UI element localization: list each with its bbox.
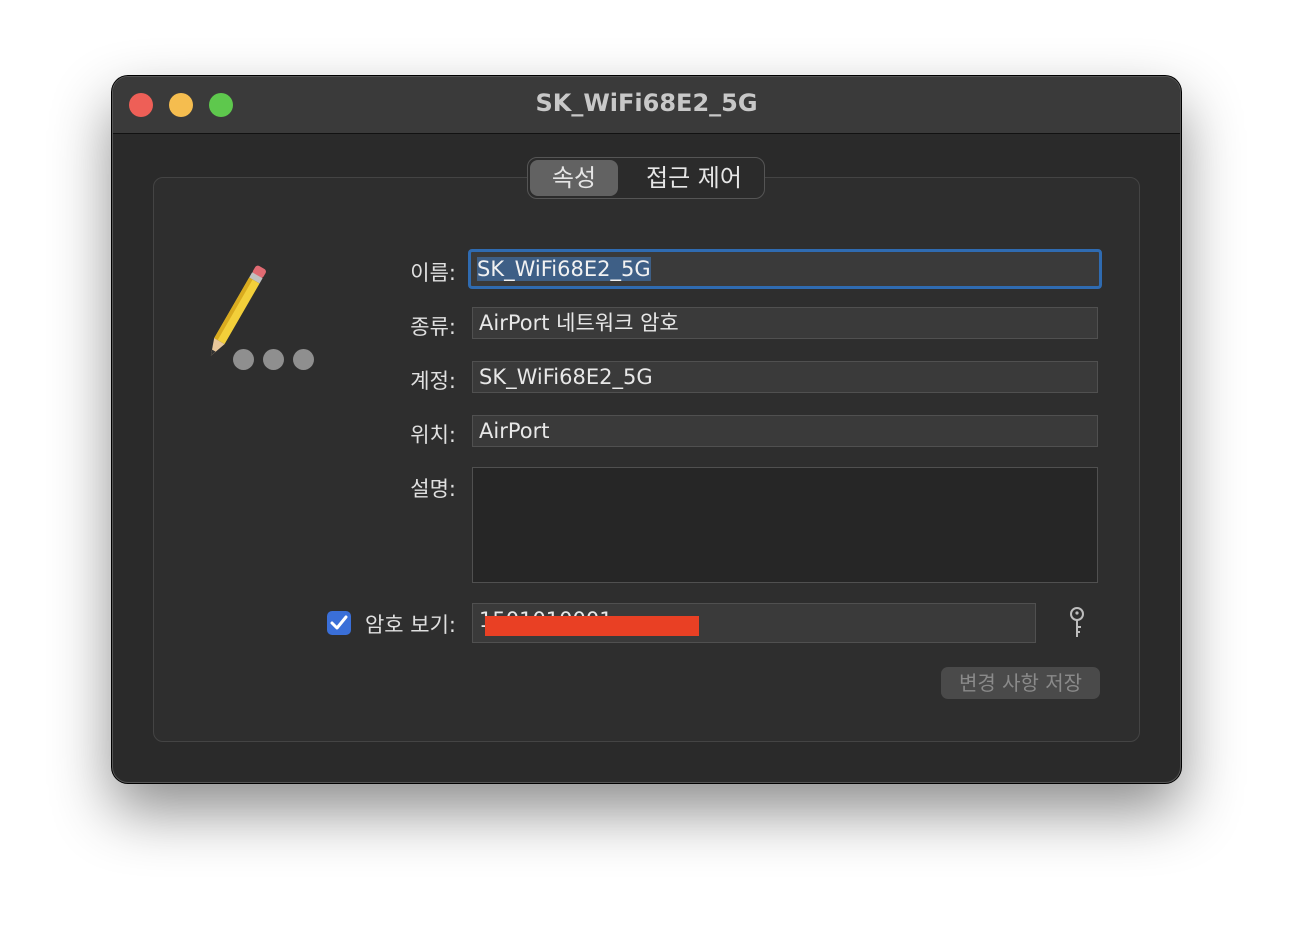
title-bar[interactable]: SK_WiFi68E2_5G [113,77,1180,134]
save-changes-button[interactable]: 변경 사항 저장 [941,667,1100,699]
comments-label: 설명: [410,477,456,501]
kind-label: 종류: [410,315,456,339]
name-field[interactable]: SK_WiFi68E2_5G [468,249,1102,289]
window-title: SK_WiFi68E2_5G [535,89,758,117]
password-item-icon [203,261,323,371]
password-field[interactable]: 1501010001 [472,603,1036,643]
name-label: 이름: [410,261,456,285]
checkmark-icon [330,615,348,630]
show-password-checkbox[interactable] [327,611,351,635]
redaction-bar [485,616,699,636]
key-icon[interactable] [1065,605,1089,641]
tab-bar: 속성 접근 제어 [527,157,765,199]
account-label: 계정: [410,369,456,393]
kind-field[interactable]: AirPort 네트워크 암호 [472,307,1098,339]
where-label: 위치: [410,423,456,447]
account-field[interactable]: SK_WiFi68E2_5G [472,361,1098,393]
where-field[interactable]: AirPort [472,415,1098,447]
name-value: SK_WiFi68E2_5G [477,257,651,281]
keychain-item-window: SK_WiFi68E2_5G 속성 접근 제어 이름: SK_WiFi68E2_… [112,76,1181,783]
dots-icon [233,349,319,371]
comments-textarea[interactable] [472,467,1098,583]
show-password-label: 암호 보기: [364,613,456,637]
tab-attributes[interactable]: 속성 [530,160,618,196]
tab-access-control[interactable]: 접근 제어 [626,160,762,196]
